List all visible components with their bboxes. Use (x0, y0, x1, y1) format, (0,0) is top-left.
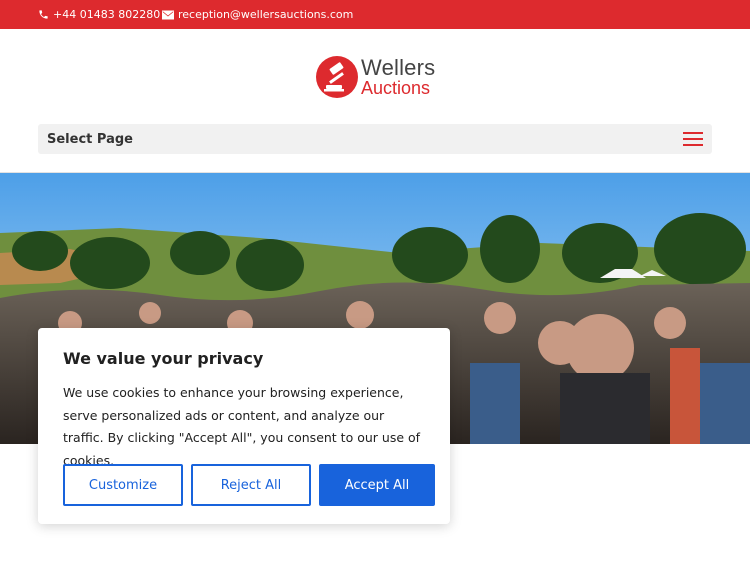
cookie-title: We value your privacy (63, 349, 264, 368)
hamburger-icon[interactable] (683, 132, 703, 146)
logo-text-auctions: Auctions (361, 78, 431, 98)
gavel-icon (316, 56, 358, 98)
email-link[interactable]: reception@wellersauctions.com (162, 8, 353, 21)
cookie-consent-dialog: We value your privacy We use cookies to … (38, 328, 450, 524)
logo-text-wellers: Wellers (361, 55, 436, 80)
cookie-description: We use cookies to enhance your browsing … (63, 385, 421, 468)
envelope-icon (162, 10, 174, 20)
site-header: Wellers Auctions Select Page (0, 29, 750, 173)
cookie-button-row: Customize Reject All Accept All (63, 464, 435, 506)
phone-number: +44 01483 802280 (53, 8, 161, 21)
reject-all-button[interactable]: Reject All (191, 464, 311, 506)
customize-button[interactable]: Customize (63, 464, 183, 506)
email-address: reception@wellersauctions.com (178, 8, 354, 21)
site-logo[interactable]: Wellers Auctions (315, 54, 440, 100)
top-contact-bar: +44 01483 802280 reception@wellersauctio… (0, 0, 750, 29)
accept-all-button[interactable]: Accept All (319, 464, 435, 506)
select-page-menu[interactable]: Select Page (38, 124, 712, 154)
phone-link[interactable]: +44 01483 802280 (38, 8, 160, 21)
select-page-label: Select Page (47, 131, 133, 147)
phone-icon (38, 9, 49, 20)
